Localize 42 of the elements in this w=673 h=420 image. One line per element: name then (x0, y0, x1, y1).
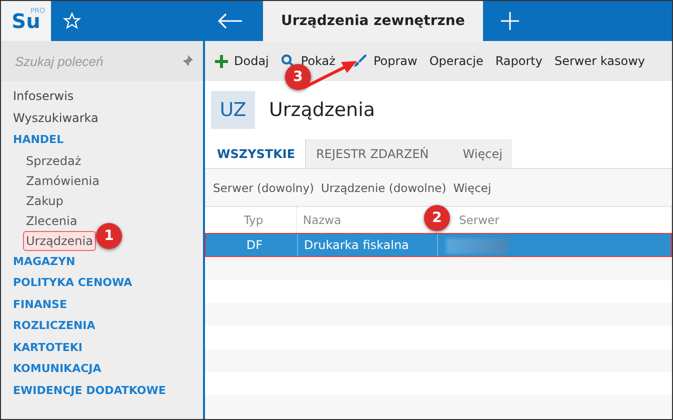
toolbar-button[interactable]: Operacje (429, 54, 484, 68)
filter-button[interactable]: Serwer (dowolny) (213, 180, 314, 194)
column-header[interactable]: Nazwa (303, 213, 342, 227)
sidebar-item[interactable]: Urządzenia (23, 230, 96, 250)
sidebar-section[interactable]: HANDEL (13, 129, 64, 150)
pin-icon[interactable] (181, 55, 193, 67)
sidebar-item[interactable]: Infoserwis (13, 86, 74, 108)
filter-button[interactable]: Urządzenie (dowolne) (321, 180, 446, 194)
sidebar-section[interactable]: FINANSE (13, 294, 67, 315)
filter-button[interactable]: Więcej (453, 180, 492, 194)
toolbar-button[interactable]: Serwer kasowy (554, 54, 645, 68)
sidebar-section[interactable]: MAGAZYN (13, 250, 76, 272)
toolbar-button[interactable]: Raporty (495, 54, 542, 68)
sidebar-item[interactable]: Zamówienia (23, 170, 102, 190)
page-title: Urządzenia (269, 99, 376, 121)
sidebar-item[interactable]: Zakup (23, 190, 66, 210)
plus-icon (215, 54, 228, 68)
table-cell: DF (206, 234, 298, 256)
table-cell: Drukarka fiskalna (298, 234, 438, 256)
view-tab[interactable]: REJESTR ZDARZEŃ (306, 139, 439, 168)
table-row[interactable]: DF Drukarka fiskalna (205, 233, 672, 257)
sidebar-item[interactable]: Sprzedaż (23, 150, 84, 170)
search-field[interactable]: Szukaj poleceń (1, 41, 203, 81)
view-tab[interactable]: Więcej (438, 139, 512, 168)
page-code: UZ (211, 91, 255, 129)
sidebar-section[interactable]: KOMUNIKACJA (13, 358, 102, 380)
column-header[interactable]: Serwer (459, 213, 500, 227)
toolbar-button[interactable]: Dodaj (215, 54, 269, 68)
column-header[interactable]: Typ (244, 213, 264, 227)
star-icon[interactable] (63, 12, 81, 30)
search-icon (280, 54, 295, 68)
brush-icon (353, 54, 368, 68)
sidebar-section[interactable]: ROZLICZENIA (13, 315, 96, 336)
sidebar-section[interactable]: POLITYKA CENOWA (13, 272, 132, 294)
toolbar-button[interactable]: Popraw (353, 54, 418, 68)
redacted-value (446, 238, 508, 254)
sidebar-section[interactable]: KARTOTEKI (13, 336, 83, 358)
sidebar-item[interactable]: Zlecenia (23, 210, 80, 230)
search-input[interactable]: Szukaj poleceń (13, 52, 163, 70)
window-tab[interactable]: Urządzenia zewnętrzne (263, 1, 483, 41)
sidebar-section[interactable]: EWIDENCJE DODATKOWE (13, 380, 166, 401)
sidebar-item[interactable]: Wyszukiwarka (13, 108, 98, 129)
